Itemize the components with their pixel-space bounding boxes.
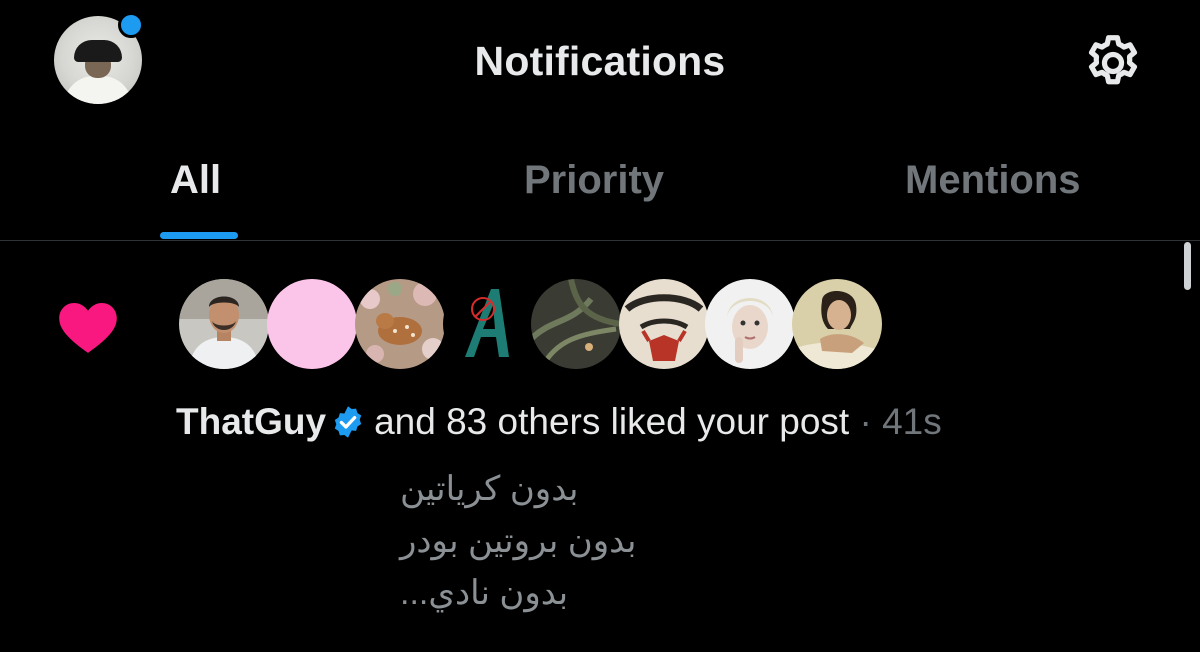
top-bar: Notifications: [0, 0, 1200, 120]
notification-tabs: All Priority Mentions: [0, 120, 1200, 240]
post-preview: بدون كرياتين بدون بروتين بودر بدون نادي.…: [400, 463, 1000, 619]
gear-icon: [1088, 35, 1138, 85]
tab-priority-label: Priority: [524, 158, 665, 202]
unread-indicator-dot: [118, 12, 144, 38]
pink-avatar[interactable]: [267, 279, 357, 369]
verified-badge-icon: [334, 406, 362, 438]
user-name[interactable]: ThatGuy: [176, 401, 326, 442]
page-title: Notifications: [474, 38, 726, 84]
summary-text: and 83 others liked your post: [374, 401, 850, 442]
tab-all-label: All: [170, 158, 222, 202]
man-in-white-shirt-avatar[interactable]: [179, 279, 269, 369]
post-line: بدون نادي...: [400, 574, 569, 612]
timestamp: 41s: [882, 401, 942, 442]
active-tab-indicator: [160, 232, 238, 239]
green-letter-a-avatar[interactable]: [443, 279, 533, 369]
separator-dot: ·: [859, 401, 872, 442]
heart-icon: [59, 303, 117, 353]
fawn-in-flowers-avatar[interactable]: [355, 279, 445, 369]
tab-all[interactable]: All: [0, 120, 400, 240]
post-line: بدون كرياتين: [400, 470, 579, 508]
blonde-woman-avatar[interactable]: [705, 279, 795, 369]
palm-leaves-avatar[interactable]: [531, 279, 621, 369]
tab-mentions-label: Mentions: [905, 158, 1081, 202]
scrollbar[interactable]: [1184, 242, 1191, 290]
settings-button[interactable]: [1080, 30, 1146, 96]
like-notification[interactable]: ThatGuy and 83 others liked your post · …: [0, 241, 1180, 652]
notification-summary: ThatGuy and 83 others liked your post · …: [176, 397, 942, 447]
hellfire-club-avatar[interactable]: [619, 279, 709, 369]
tab-mentions[interactable]: Mentions: [800, 120, 1200, 240]
notifications-screen: Notifications All Priority Mentions That…: [0, 0, 1200, 652]
vintage-woman-avatar[interactable]: [792, 279, 882, 369]
post-line: بدون بروتين بودر: [400, 522, 637, 560]
tab-priority[interactable]: Priority: [400, 120, 800, 240]
